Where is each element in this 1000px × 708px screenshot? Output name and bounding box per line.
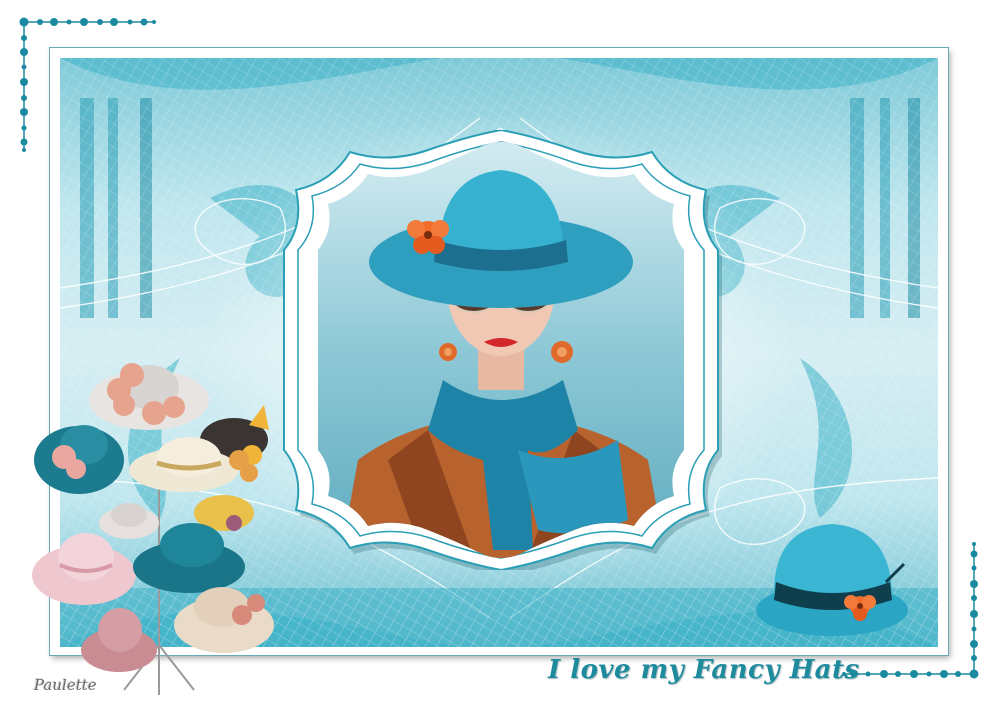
blue-hat-image [756,524,908,636]
artist-signature: Paulette [34,676,97,694]
hat-stand-image [32,363,274,695]
portrait-frame [283,130,722,570]
artwork-canvas: I love my Fancy Hats Paulette [0,0,1000,708]
caption-title: I love my Fancy Hats [548,655,860,685]
